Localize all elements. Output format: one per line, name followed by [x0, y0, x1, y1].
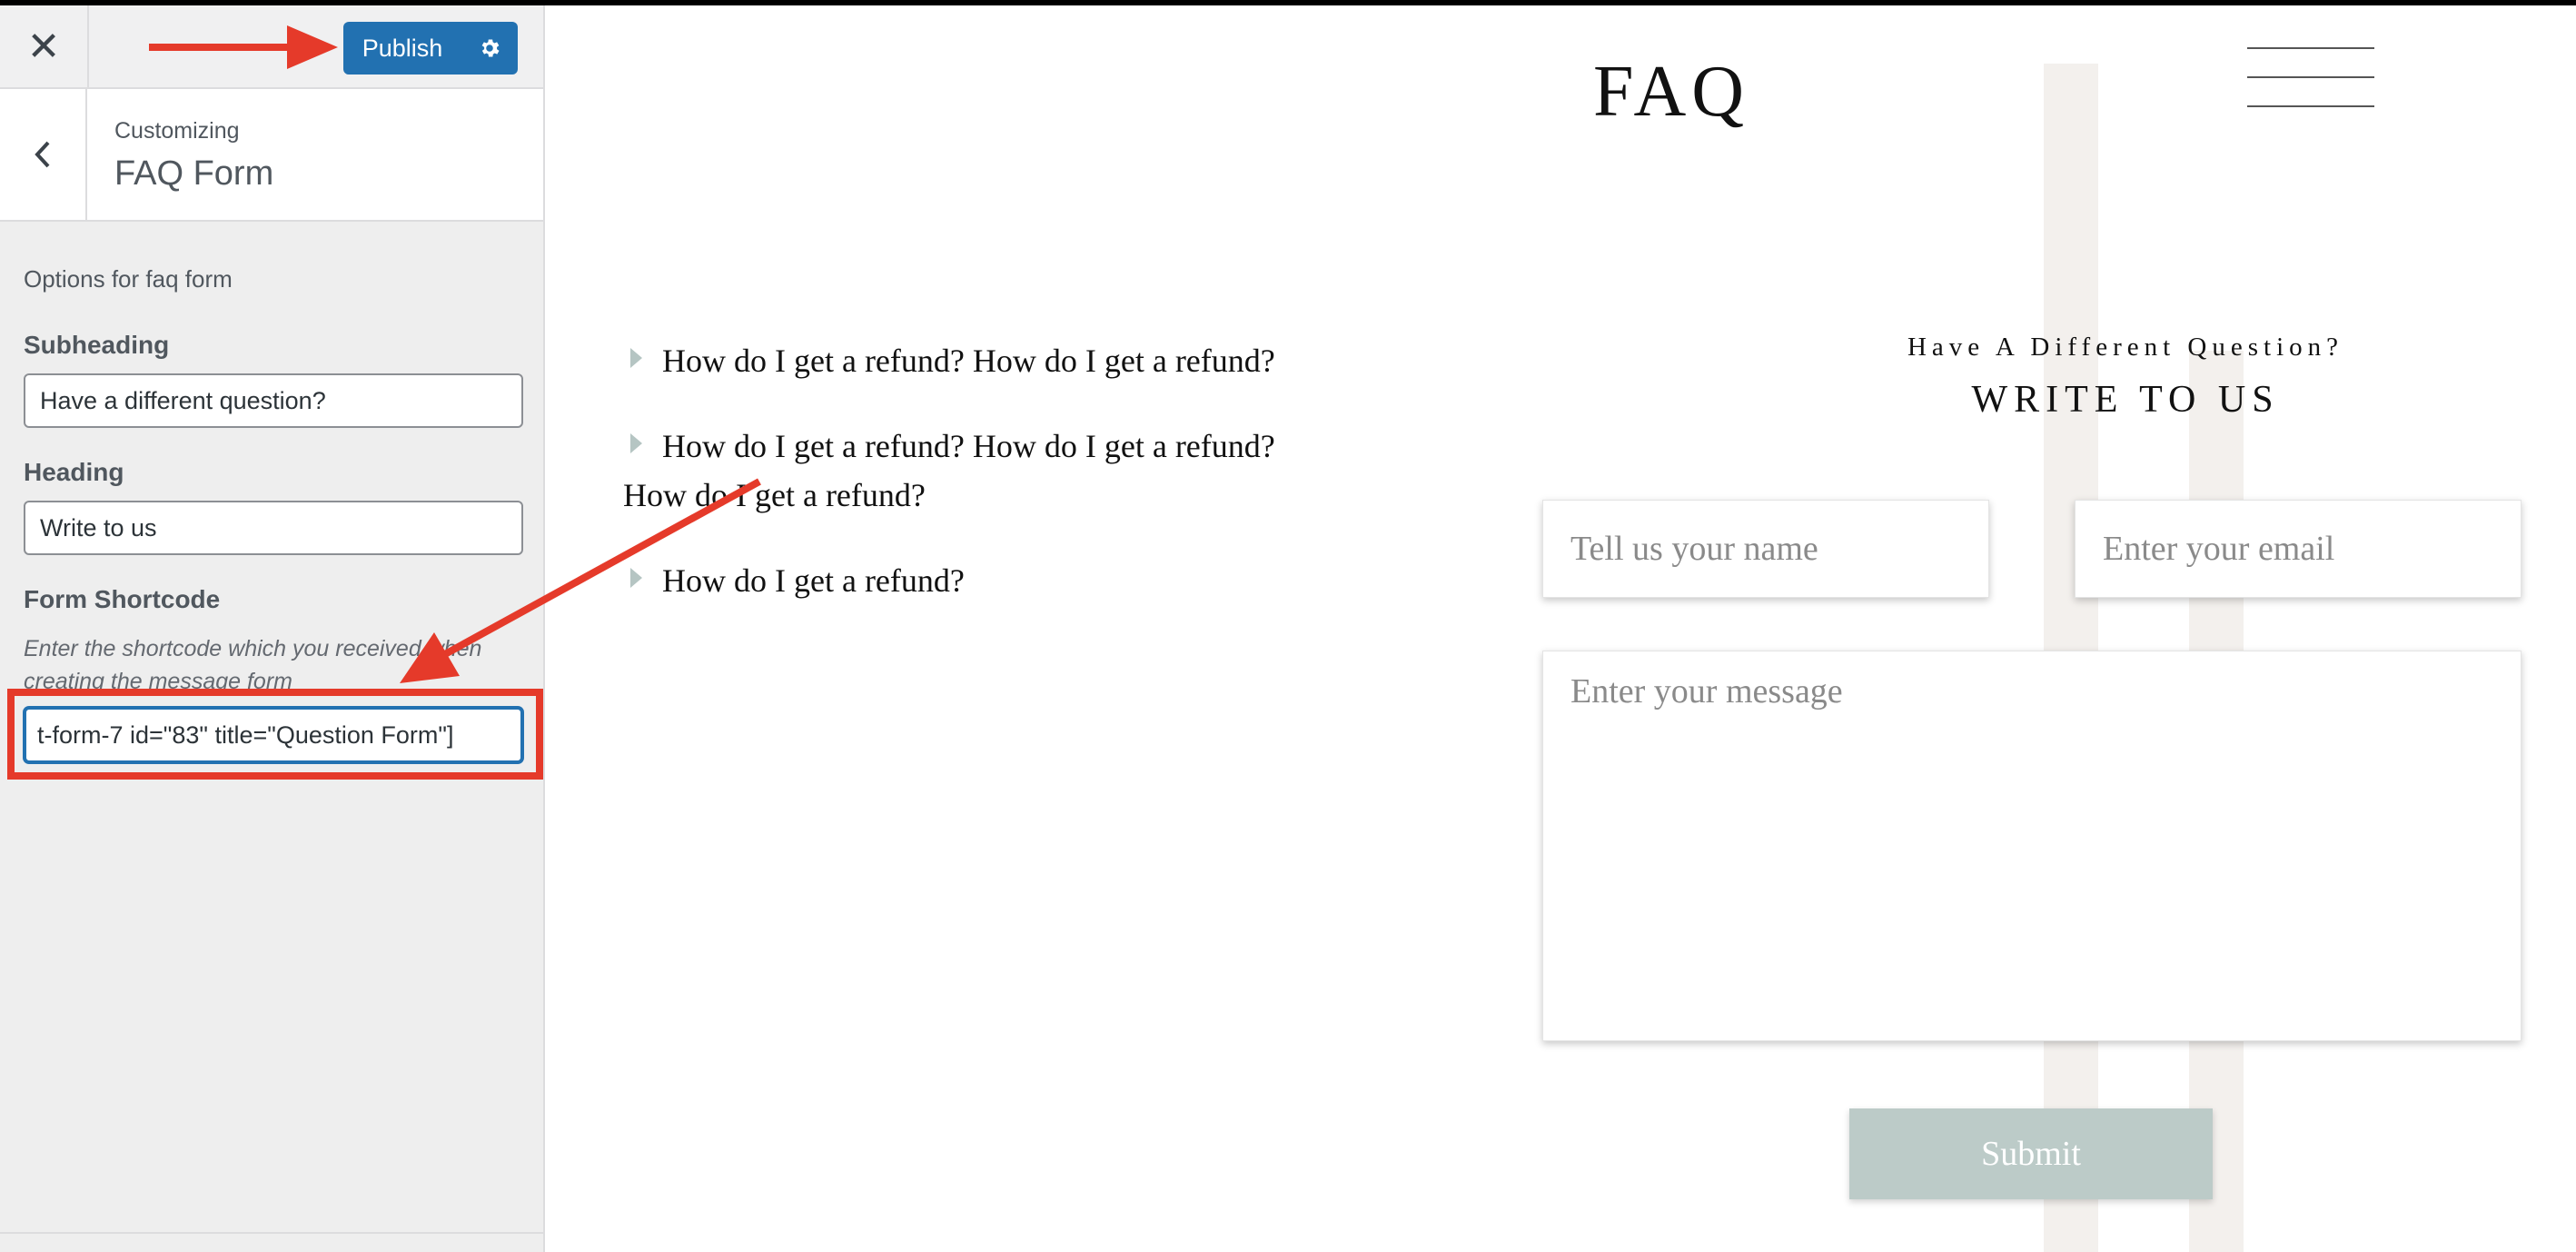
name-input[interactable] [1542, 500, 1989, 598]
shortcode-label: Form Shortcode [24, 585, 221, 613]
hamburger-menu-icon[interactable] [2240, 42, 2382, 114]
expand-triangle-icon [630, 568, 642, 588]
customizer-header: ✕ Publish [0, 5, 543, 89]
close-customizer-button[interactable]: ✕ [0, 5, 89, 87]
options-description: Options for faq form [24, 265, 233, 293]
customizing-label: Customizing [114, 118, 240, 144]
gear-icon[interactable] [461, 22, 518, 75]
heading-label: Heading [24, 458, 124, 486]
message-textarea[interactable] [1542, 651, 2522, 1041]
faq-item[interactable]: How do I get a refund? [623, 556, 1350, 605]
section-title-bar: Customizing FAQ Form [0, 89, 543, 222]
close-icon: ✕ [26, 24, 61, 69]
publish-label: Publish [362, 34, 443, 62]
faq-question: How do I get a refund? How do I get a re… [662, 343, 1275, 379]
faq-item[interactable]: How do I get a refund? How do I get a re… [623, 336, 1350, 385]
subheading-label: Subheading [24, 331, 170, 359]
heading-input[interactable] [24, 501, 523, 555]
faq-item[interactable]: How do I get a refund? How do I get a re… [623, 422, 1332, 520]
menu-line [2247, 47, 2374, 49]
shortcode-input[interactable] [24, 707, 523, 763]
faq-question: How do I get a refund? How do I get a re… [623, 428, 1275, 513]
page-title: FAQ [1592, 52, 1750, 132]
section-title: FAQ Form [114, 154, 274, 193]
email-input[interactable] [2075, 500, 2522, 598]
expand-triangle-icon [630, 348, 642, 368]
expand-triangle-icon [630, 433, 642, 453]
menu-line [2247, 76, 2374, 78]
back-button[interactable] [0, 89, 87, 220]
menu-line [2247, 105, 2374, 107]
customizer-sidebar: ✕ Publish Customizing FAQ Form Options f… [0, 5, 545, 1252]
site-preview: FAQ How do I get a refund? How do I get … [545, 5, 2576, 1252]
publish-button[interactable]: Publish [343, 22, 518, 75]
form-subheading: Have A Different Question? [1907, 333, 2343, 362]
form-heading: WRITE TO US [1971, 379, 2280, 421]
sidebar-footer-divider [0, 1232, 543, 1234]
subheading-input[interactable] [24, 373, 523, 428]
faq-question: How do I get a refund? [662, 562, 965, 599]
chevron-left-icon [35, 141, 50, 168]
submit-button[interactable]: Submit [1849, 1108, 2213, 1199]
